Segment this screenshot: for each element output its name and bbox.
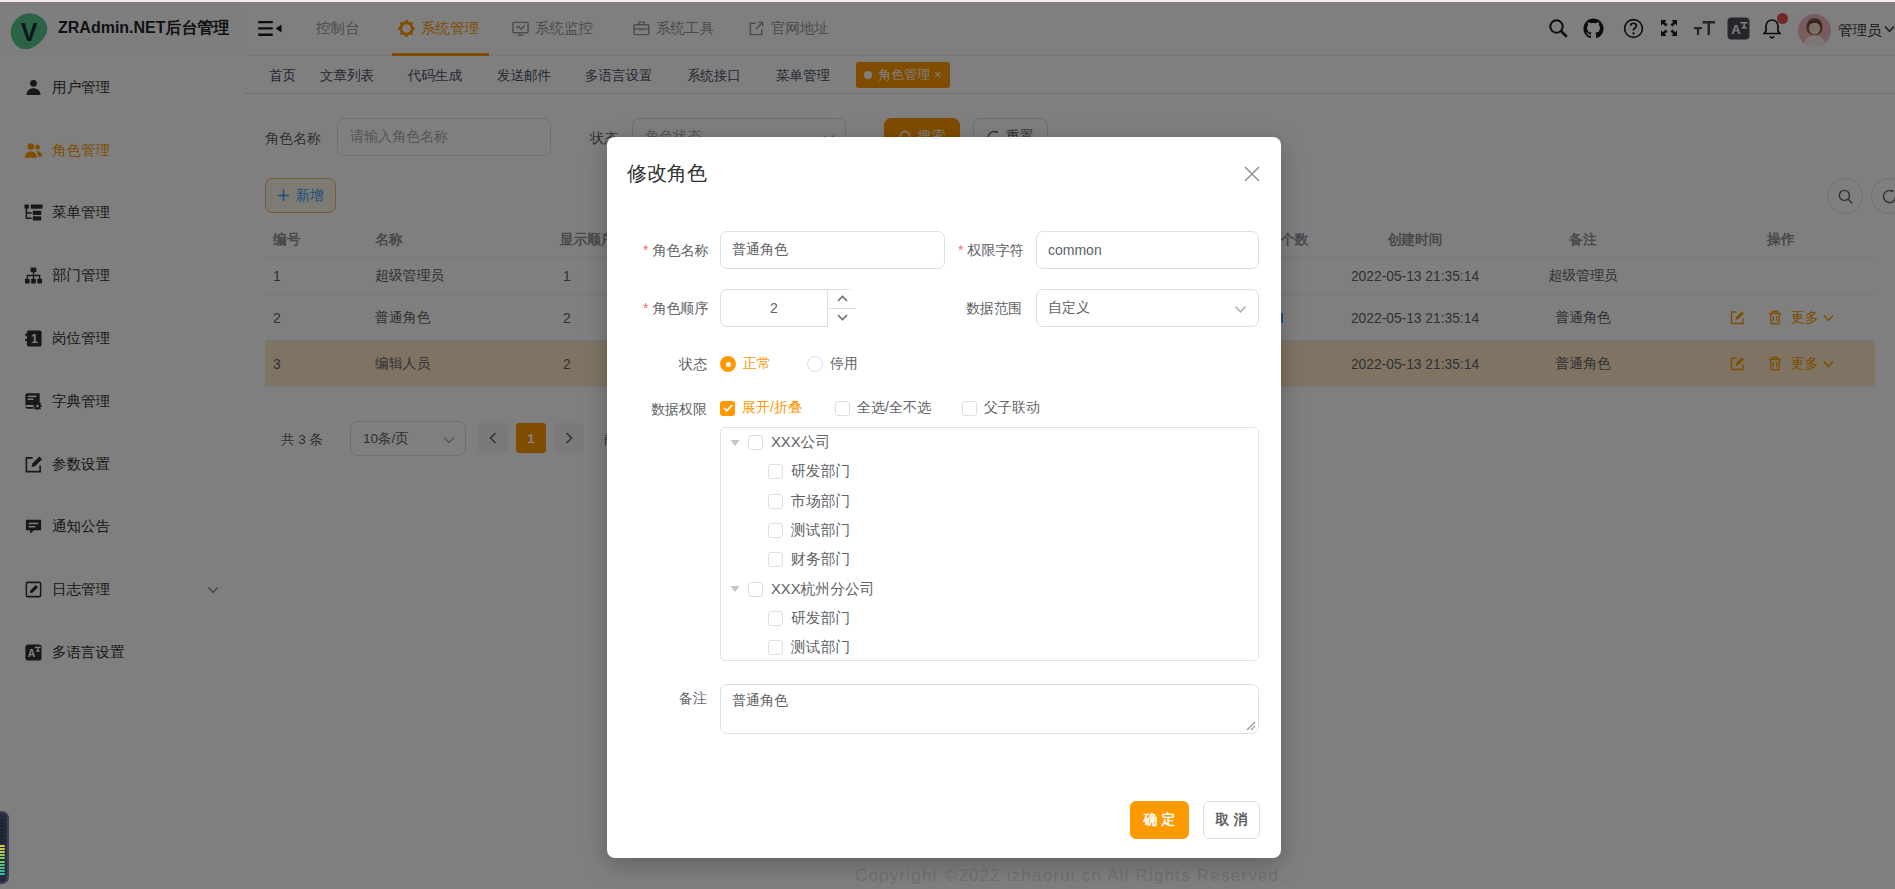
app-root: V ZRAdmin.NET后台管理 用户管理 角色管理 菜单管理 部门管理 xyxy=(0,0,1895,889)
checkbox-label: 展开/折叠 xyxy=(742,399,802,417)
checkbox-checked-icon xyxy=(720,401,735,416)
tree-node-label: 市场部门 xyxy=(791,492,850,511)
data-scope-value: 自定义 xyxy=(1048,299,1090,317)
tree-checkbox[interactable] xyxy=(768,552,783,567)
tree-node-label: 研发部门 xyxy=(791,462,850,481)
corner-widget xyxy=(0,811,9,884)
tree-node[interactable]: 测试部门 xyxy=(721,633,1258,661)
cancel-label: 取 消 xyxy=(1216,811,1248,829)
chevron-down-icon xyxy=(1234,305,1247,314)
chevron-up-icon xyxy=(837,295,848,302)
required-star: * xyxy=(958,242,963,258)
radio-unchecked-icon xyxy=(807,356,823,372)
chevron-down-icon xyxy=(837,314,848,321)
remark-value: 普通角色 xyxy=(732,692,788,710)
cancel-button[interactable]: 取 消 xyxy=(1203,801,1260,839)
tree-node-label: 测试部门 xyxy=(791,638,850,657)
remark-label: 备注 xyxy=(643,690,707,708)
checkbox-select-all[interactable]: 全选/全不选 xyxy=(835,399,931,417)
role-name-input[interactable]: 普通角色 xyxy=(720,231,945,269)
radio-normal[interactable]: 正常 xyxy=(720,355,771,373)
role-order-value: 2 xyxy=(721,300,827,316)
data-scope-select[interactable]: 自定义 xyxy=(1036,289,1259,327)
tree-node-label: 测试部门 xyxy=(791,521,850,540)
radio-label: 停用 xyxy=(830,355,858,373)
checkbox-parent-child[interactable]: 父子联动 xyxy=(962,399,1040,417)
tree-checkbox[interactable] xyxy=(748,582,763,597)
radio-disabled[interactable]: 停用 xyxy=(807,355,858,373)
tree-node[interactable]: XXX公司 xyxy=(721,428,1258,457)
dept-tree: XXX公司 研发部门 市场部门 测试部门 财务部门 XXX杭州分公司 xyxy=(720,427,1259,661)
tree-node[interactable]: 研发部门 xyxy=(721,604,1258,633)
tree-node-label: 财务部门 xyxy=(791,550,850,569)
role-key-input[interactable]: common xyxy=(1036,231,1259,269)
confirm-label: 确 定 xyxy=(1144,811,1176,829)
resize-handle[interactable] xyxy=(1246,721,1256,731)
radio-label: 正常 xyxy=(743,355,771,373)
tree-checkbox[interactable] xyxy=(768,523,783,538)
tree-node[interactable]: 财务部门 xyxy=(721,545,1258,574)
caret-down-icon[interactable] xyxy=(730,439,740,447)
role-order-label: *角色顺序 xyxy=(643,300,707,318)
role-key-label: *权限字符 xyxy=(958,242,1022,260)
radio-checked-icon xyxy=(720,356,736,372)
confirm-button[interactable]: 确 定 xyxy=(1130,801,1189,839)
caret-down-icon[interactable] xyxy=(730,585,740,593)
checkbox-expand-collapse[interactable]: 展开/折叠 xyxy=(720,399,802,417)
tree-checkbox[interactable] xyxy=(768,464,783,479)
tree-node-label: XXX公司 xyxy=(771,433,830,452)
tree-node-label: 研发部门 xyxy=(791,609,850,628)
tree-node-label: XXX杭州分公司 xyxy=(771,580,875,599)
role-name-value: 普通角色 xyxy=(732,241,788,259)
tree-node[interactable]: XXX杭州分公司 xyxy=(721,574,1258,603)
remark-textarea[interactable]: 普通角色 xyxy=(720,684,1259,734)
stepper-down-button[interactable] xyxy=(827,309,856,328)
dialog-title: 修改角色 xyxy=(627,160,707,187)
status-label: 状态 xyxy=(643,356,707,374)
tree-node[interactable]: 研发部门 xyxy=(721,457,1258,486)
tree-checkbox[interactable] xyxy=(748,435,763,450)
role-key-value: common xyxy=(1048,242,1102,258)
tree-node[interactable]: 测试部门 xyxy=(721,516,1258,545)
tree-checkbox[interactable] xyxy=(768,640,783,655)
tree-node[interactable]: 市场部门 xyxy=(721,487,1258,516)
stepper-up-button[interactable] xyxy=(827,290,856,309)
tree-checkbox[interactable] xyxy=(768,611,783,626)
checkbox-label: 父子联动 xyxy=(984,399,1040,417)
checkbox-unchecked-icon xyxy=(962,401,977,416)
close-icon[interactable] xyxy=(1243,165,1261,183)
required-star: * xyxy=(643,300,648,316)
role-order-stepper[interactable]: 2 xyxy=(720,289,855,327)
required-star: * xyxy=(643,242,648,258)
role-name-label: *角色名称 xyxy=(643,242,707,260)
checkbox-unchecked-icon xyxy=(835,401,850,416)
edit-role-dialog: 修改角色 *角色名称 普通角色 *权限字符 common *角色顺序 2 数据范… xyxy=(607,137,1281,858)
tree-checkbox[interactable] xyxy=(768,494,783,509)
data-perm-label: 数据权限 xyxy=(643,401,707,419)
top-progress-strip xyxy=(0,0,1895,2)
checkbox-label: 全选/全不选 xyxy=(857,399,931,417)
data-scope-label: 数据范围 xyxy=(958,300,1022,318)
